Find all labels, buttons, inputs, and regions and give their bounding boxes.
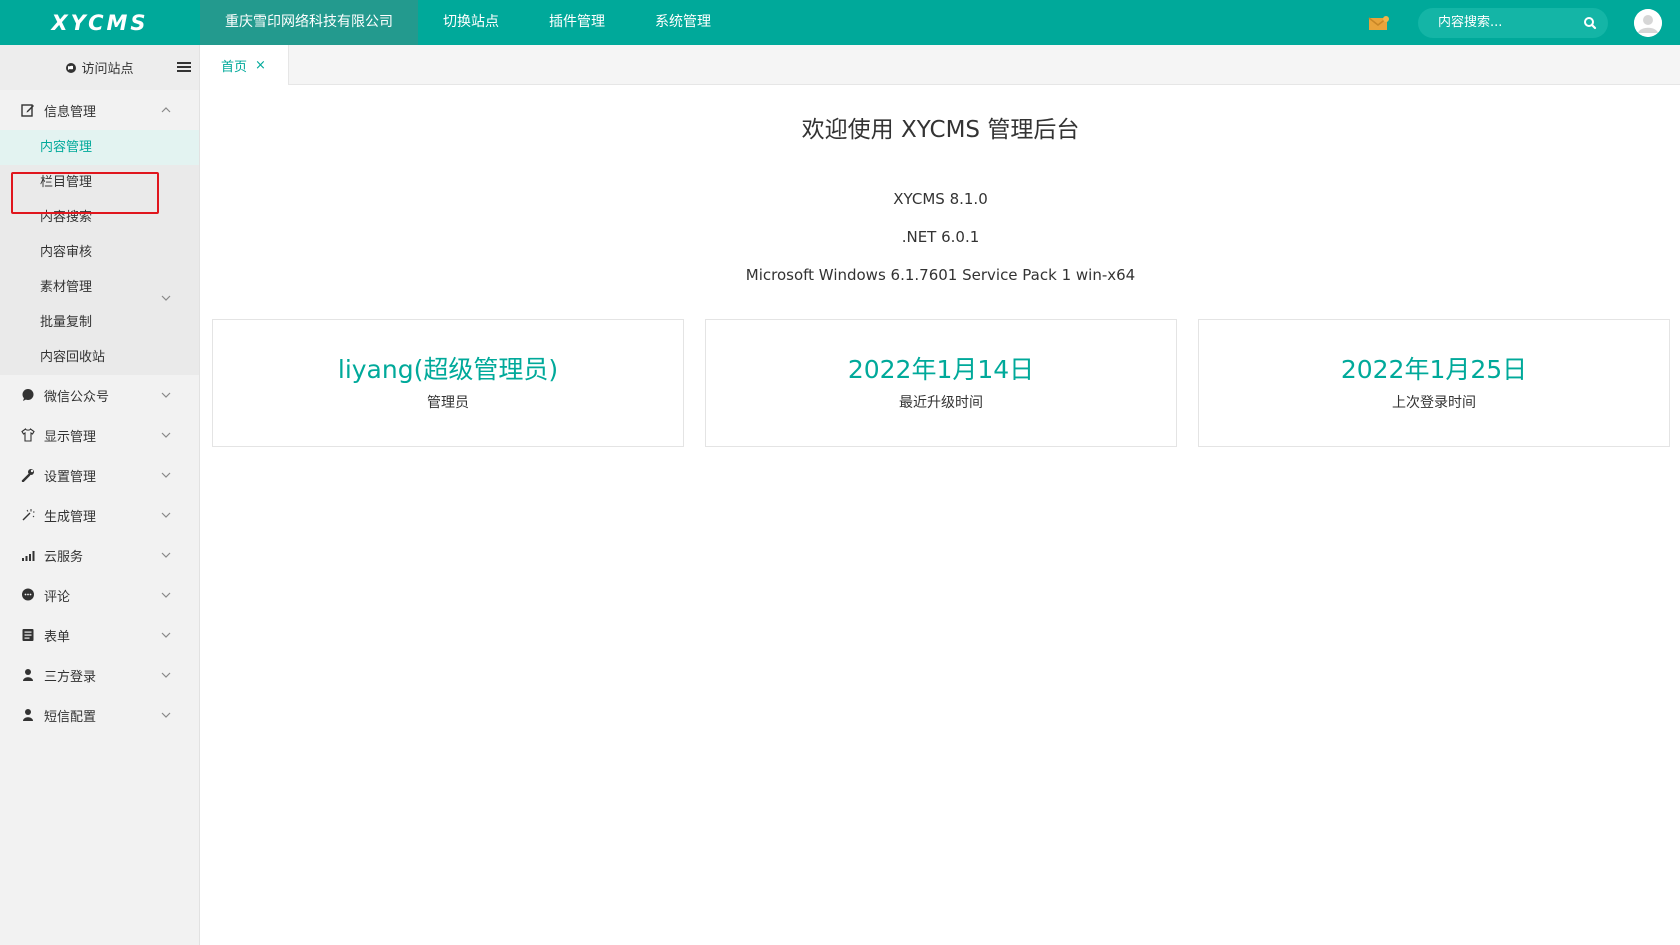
sidebar-item-content-search[interactable]: 内容搜索 bbox=[0, 200, 199, 235]
tab-bar: 首页 × bbox=[201, 45, 1680, 85]
user-icon bbox=[20, 707, 36, 723]
menu-label: 显示管理 bbox=[44, 429, 97, 445]
menu-label: 微信公众号 bbox=[44, 389, 110, 405]
signal-bars-icon bbox=[20, 547, 36, 563]
chevron-down-icon bbox=[161, 429, 171, 439]
os-info: Microsoft Windows 6.1.7601 Service Pack … bbox=[745, 266, 1136, 284]
logo[interactable]: XYCMS bbox=[0, 0, 200, 45]
menu-comments[interactable]: 评论 bbox=[0, 575, 199, 615]
search-box bbox=[1418, 7, 1608, 38]
chevron-up-icon bbox=[161, 104, 171, 114]
sidebar-item-material-management[interactable]: 素材管理 bbox=[0, 270, 199, 305]
message-icon[interactable] bbox=[1368, 15, 1390, 31]
chevron-down-icon bbox=[161, 282, 171, 301]
stat-cards: liyang(超级管理员) 管理员 2022年1月14日 最近升级时间 2022… bbox=[212, 319, 1670, 447]
card-value: 2022年1月14日 bbox=[847, 355, 1035, 384]
sidebar-item-column-management[interactable]: 栏目管理 bbox=[0, 165, 199, 200]
menu-label: 三方登录 bbox=[44, 669, 97, 685]
page-title: 欢迎使用 XYCMS 管理后台 bbox=[801, 117, 1080, 143]
chevron-down-icon bbox=[161, 629, 171, 639]
menu-wechat[interactable]: 微信公众号 bbox=[0, 375, 199, 415]
menu-label: 表单 bbox=[44, 629, 71, 645]
chevron-down-icon bbox=[161, 389, 171, 399]
menu-settings-management[interactable]: 设置管理 bbox=[0, 455, 199, 495]
comment-icon bbox=[20, 587, 36, 603]
runtime-info: .NET 6.0.1 bbox=[901, 228, 980, 246]
chat-bubble-icon bbox=[20, 387, 36, 403]
sidebar-item-content-management[interactable]: 内容管理 bbox=[0, 130, 199, 165]
nav-plugin-management[interactable]: 插件管理 bbox=[524, 0, 630, 45]
menu-label: 设置管理 bbox=[44, 469, 97, 485]
search-icon[interactable] bbox=[1582, 15, 1598, 31]
menu-label: 评论 bbox=[44, 589, 71, 605]
menu-label: 短信配置 bbox=[44, 709, 97, 725]
card-value: 2022年1月25日 bbox=[1340, 355, 1528, 384]
chevron-down-icon bbox=[161, 709, 171, 719]
top-nav: 重庆雪印网络科技有限公司 切换站点 插件管理 系统管理 bbox=[200, 0, 736, 45]
sidebar: 访问站点 信息管理 内容管理 栏目管理 内容搜索 内容审核 素材管理 批量复制 … bbox=[0, 45, 200, 945]
chevron-down-icon bbox=[161, 469, 171, 479]
card-admin: liyang(超级管理员) 管理员 bbox=[212, 319, 684, 447]
card-last-upgrade: 2022年1月14日 最近升级时间 bbox=[705, 319, 1177, 447]
globe-icon bbox=[65, 62, 77, 74]
edit-icon bbox=[20, 102, 36, 118]
form-icon bbox=[20, 627, 36, 643]
menu-label: 信息管理 bbox=[44, 104, 97, 120]
chevron-down-icon bbox=[161, 589, 171, 599]
close-icon[interactable]: × bbox=[255, 58, 266, 73]
submenu-info-management: 内容管理 栏目管理 内容搜索 内容审核 素材管理 批量复制 内容回收站 bbox=[0, 130, 199, 375]
avatar[interactable] bbox=[1634, 8, 1662, 37]
nav-system-management[interactable]: 系统管理 bbox=[630, 0, 736, 45]
chevron-down-icon bbox=[161, 509, 171, 519]
nav-switch-site[interactable]: 切换站点 bbox=[418, 0, 524, 45]
card-label: 最近升级时间 bbox=[899, 395, 983, 411]
sidebar-item-content-review[interactable]: 内容审核 bbox=[0, 235, 199, 270]
nav-site-name[interactable]: 重庆雪印网络科技有限公司 bbox=[200, 0, 418, 45]
version-info: XYCMS 8.1.0 bbox=[893, 190, 988, 208]
chevron-down-icon bbox=[161, 549, 171, 559]
top-bar: XYCMS 重庆雪印网络科技有限公司 切换站点 插件管理 系统管理 bbox=[0, 0, 1680, 45]
visit-site-link[interactable]: 访问站点 bbox=[81, 58, 133, 77]
menu-forms[interactable]: 表单 bbox=[0, 615, 199, 655]
sidebar-header: 访问站点 bbox=[0, 45, 199, 90]
menu-display-management[interactable]: 显示管理 bbox=[0, 415, 199, 455]
menu-toggle-icon[interactable] bbox=[177, 61, 191, 73]
menu-cloud-service[interactable]: 云服务 bbox=[0, 535, 199, 575]
menu-info-management[interactable]: 信息管理 bbox=[0, 90, 199, 130]
magic-wand-icon bbox=[20, 507, 36, 523]
tab-home[interactable]: 首页 × bbox=[201, 45, 289, 85]
main-content: 欢迎使用 XYCMS 管理后台 XYCMS 8.1.0 .NET 6.0.1 M… bbox=[201, 86, 1680, 945]
shirt-icon bbox=[20, 427, 36, 443]
card-label: 管理员 bbox=[427, 395, 469, 411]
sidebar-item-recycle-bin[interactable]: 内容回收站 bbox=[0, 340, 199, 375]
tab-label: 首页 bbox=[221, 59, 248, 75]
menu-label: 云服务 bbox=[44, 549, 84, 565]
chevron-down-icon bbox=[161, 669, 171, 679]
menu-generate-management[interactable]: 生成管理 bbox=[0, 495, 199, 535]
menu-third-party-login[interactable]: 三方登录 bbox=[0, 655, 199, 695]
wrench-icon bbox=[20, 467, 36, 483]
search-input[interactable] bbox=[1438, 15, 1582, 30]
card-last-login: 2022年1月25日 上次登录时间 bbox=[1198, 319, 1670, 447]
menu-label: 生成管理 bbox=[44, 509, 97, 525]
user-icon bbox=[20, 667, 36, 683]
card-value: liyang(超级管理员) bbox=[337, 355, 559, 384]
sub-label: 素材管理 bbox=[40, 280, 93, 295]
card-label: 上次登录时间 bbox=[1392, 395, 1476, 411]
sidebar-item-batch-copy[interactable]: 批量复制 bbox=[0, 305, 199, 340]
menu-sms-config[interactable]: 短信配置 bbox=[0, 695, 199, 735]
